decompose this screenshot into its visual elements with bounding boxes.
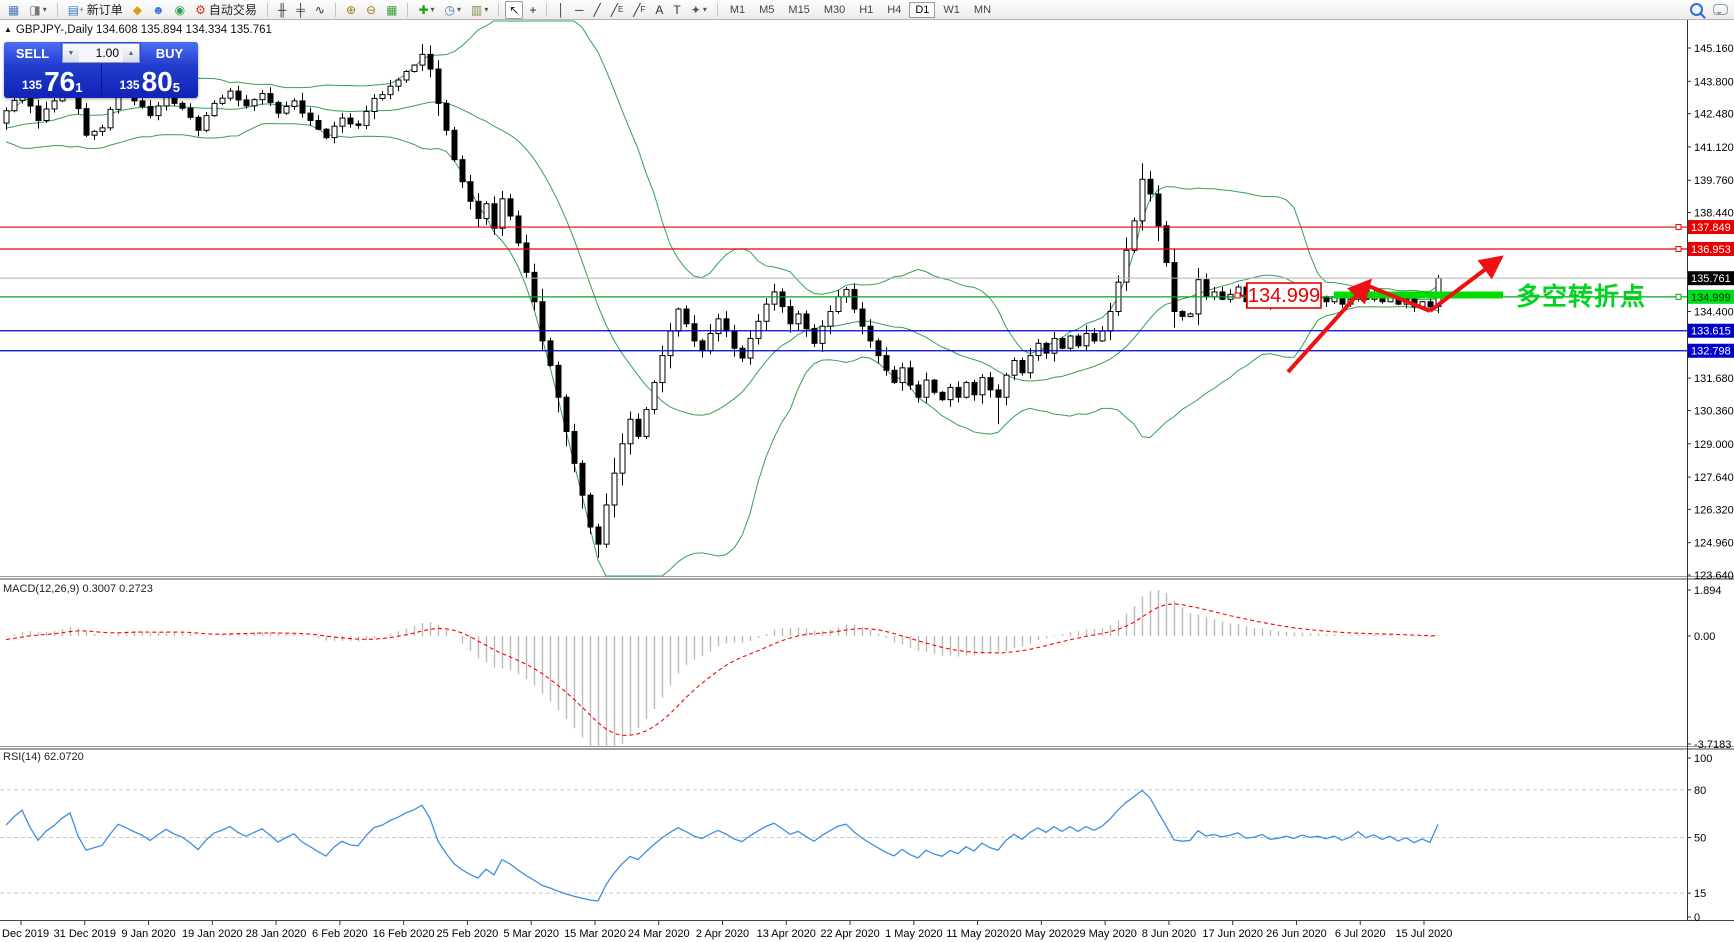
date-tick-label: 17 Jun 2020 xyxy=(1202,928,1263,940)
rsi-scale-label: 50 xyxy=(1694,833,1706,845)
date-tick-label: 25 Feb 2020 xyxy=(437,928,499,940)
date-tick-label: 31 Dec 2019 xyxy=(54,928,116,940)
rsi-indicator-label: RSI(14) 62.0720 xyxy=(3,751,84,763)
date-tick-label: 6 Feb 2020 xyxy=(312,928,368,940)
date-tick-label: 11 May 2020 xyxy=(946,928,1009,940)
price-tick-label: 130.360 xyxy=(1694,405,1734,417)
date-tick-label: 6 Jul 2020 xyxy=(1335,928,1386,940)
buy-price-sup: 5 xyxy=(172,80,180,95)
price-line-axis-label-text: 136.953 xyxy=(1691,244,1731,256)
macd-scale-label: 0.00 xyxy=(1694,631,1715,643)
date-tick-label: 5 Mar 2020 xyxy=(503,928,559,940)
date-tick-label: 2 Apr 2020 xyxy=(696,928,749,940)
textbox-anchor-icon[interactable] xyxy=(1234,292,1241,299)
date-tick-label: 15 Mar 2020 xyxy=(564,928,626,940)
turning-point-annotation[interactable]: 多空转折点 xyxy=(1516,282,1646,311)
line-handle-icon[interactable] xyxy=(1675,293,1682,300)
sell-price-prefix: 135 xyxy=(22,78,43,92)
volume-increase-button[interactable]: ▲ xyxy=(123,44,139,62)
date-tick-label: 26 Jun 2020 xyxy=(1266,928,1327,940)
macd-scale-label: -3.7183 xyxy=(1694,739,1731,751)
date-tick-label: 1 May 2020 xyxy=(885,928,942,940)
line-handle-icon[interactable] xyxy=(1675,224,1682,231)
chart-symbol-ohlc: ▲ GBPJPY-,Daily 134.608 135.894 134.334 1… xyxy=(4,24,272,36)
price-tick-label: 129.000 xyxy=(1694,439,1734,451)
volume-decrease-button[interactable]: ▼ xyxy=(63,44,79,62)
buy-price[interactable]: 135 80 5 xyxy=(102,64,199,97)
price-tick-label: 145.160 xyxy=(1694,43,1734,55)
buy-price-big: 80 xyxy=(141,66,173,97)
sell-price[interactable]: 135 76 1 xyxy=(4,64,102,97)
sell-price-sup: 1 xyxy=(75,80,83,95)
price-line-axis-label-text: 134.999 xyxy=(1691,292,1731,304)
price-tick-label: 124.960 xyxy=(1694,538,1734,550)
rsi-scale-label: 15 xyxy=(1694,888,1706,900)
sell-button[interactable]: SELL xyxy=(4,42,61,64)
line-handle-icon[interactable] xyxy=(1675,245,1682,252)
price-tick-label: 123.640 xyxy=(1694,570,1734,582)
date-tick-label: 28 Jan 2020 xyxy=(246,928,307,940)
price-tick-label: 139.760 xyxy=(1694,175,1734,187)
macd-scale-label: 1.894 xyxy=(1694,585,1722,597)
price-tick-label: 131.680 xyxy=(1694,373,1734,385)
price-tick-label: 143.800 xyxy=(1694,76,1734,88)
chart-canvas[interactable]: 134.999 多空转折点 145.160 143.800 142.480 141.120… xyxy=(0,0,1734,942)
price-tick-label: 127.640 xyxy=(1694,472,1734,484)
price-tick-label: 126.320 xyxy=(1694,504,1734,516)
date-tick-label: 22 Apr 2020 xyxy=(820,928,879,940)
date-tick-label: 16 Feb 2020 xyxy=(373,928,435,940)
symbol-ohlc-text: GBPJPY-,Daily 134.608 135.894 134.334 13… xyxy=(15,24,272,36)
rsi-scale-label: 80 xyxy=(1694,785,1706,797)
price-line-axis-label-text: 132.798 xyxy=(1691,346,1731,358)
collapse-triangle-icon[interactable]: ▲ xyxy=(4,25,12,34)
volume-value[interactable]: 1.00 xyxy=(79,46,123,60)
volume-field[interactable]: ▼ 1.00 ▲ xyxy=(62,43,140,63)
buy-button[interactable]: BUY xyxy=(141,42,198,64)
date-tick-label: 19 Jan 2020 xyxy=(182,928,243,940)
rsi-scale-label: 0 xyxy=(1694,912,1700,924)
macd-indicator-label: MACD(12,26,9) 0.3007 0.2723 xyxy=(3,583,153,595)
price-tick-label: 134.400 xyxy=(1694,307,1734,319)
price-tick-label: 141.120 xyxy=(1694,142,1734,154)
price-line-axis-label-text: 133.615 xyxy=(1691,326,1731,338)
one-click-trading-panel: SELL ▼ 1.00 ▲ BUY 135 76 1 135 80 5 xyxy=(4,42,198,98)
sell-price-big: 76 xyxy=(44,66,76,97)
buy-price-prefix: 135 xyxy=(119,78,140,92)
date-tick-label: 15 Jul 2020 xyxy=(1396,928,1453,940)
date-tick-label: 9 Jan 2020 xyxy=(121,928,175,940)
date-tick-label: 8 Jun 2020 xyxy=(1142,928,1196,940)
rsi-scale-label: 100 xyxy=(1694,753,1712,765)
date-tick-label: 24 Mar 2020 xyxy=(628,928,690,940)
date-tick-label: 2 Dec 2019 xyxy=(0,928,49,940)
date-tick-label: 13 Apr 2020 xyxy=(757,928,816,940)
price-annotation-text: 134.999 xyxy=(1248,285,1320,307)
price-line-axis-label-text: 137.849 xyxy=(1691,222,1731,234)
date-tick-label: 20 May 2020 xyxy=(1010,928,1074,940)
price-tick-label: 142.480 xyxy=(1694,109,1734,121)
mt4-window: { "toolbar": { "left_groups": [ {"items"… xyxy=(0,0,1734,942)
price-line-axis-label-text: 135.761 xyxy=(1691,273,1731,285)
price-tick-label: 138.440 xyxy=(1694,208,1734,220)
date-tick-label: 29 May 2020 xyxy=(1073,928,1137,940)
